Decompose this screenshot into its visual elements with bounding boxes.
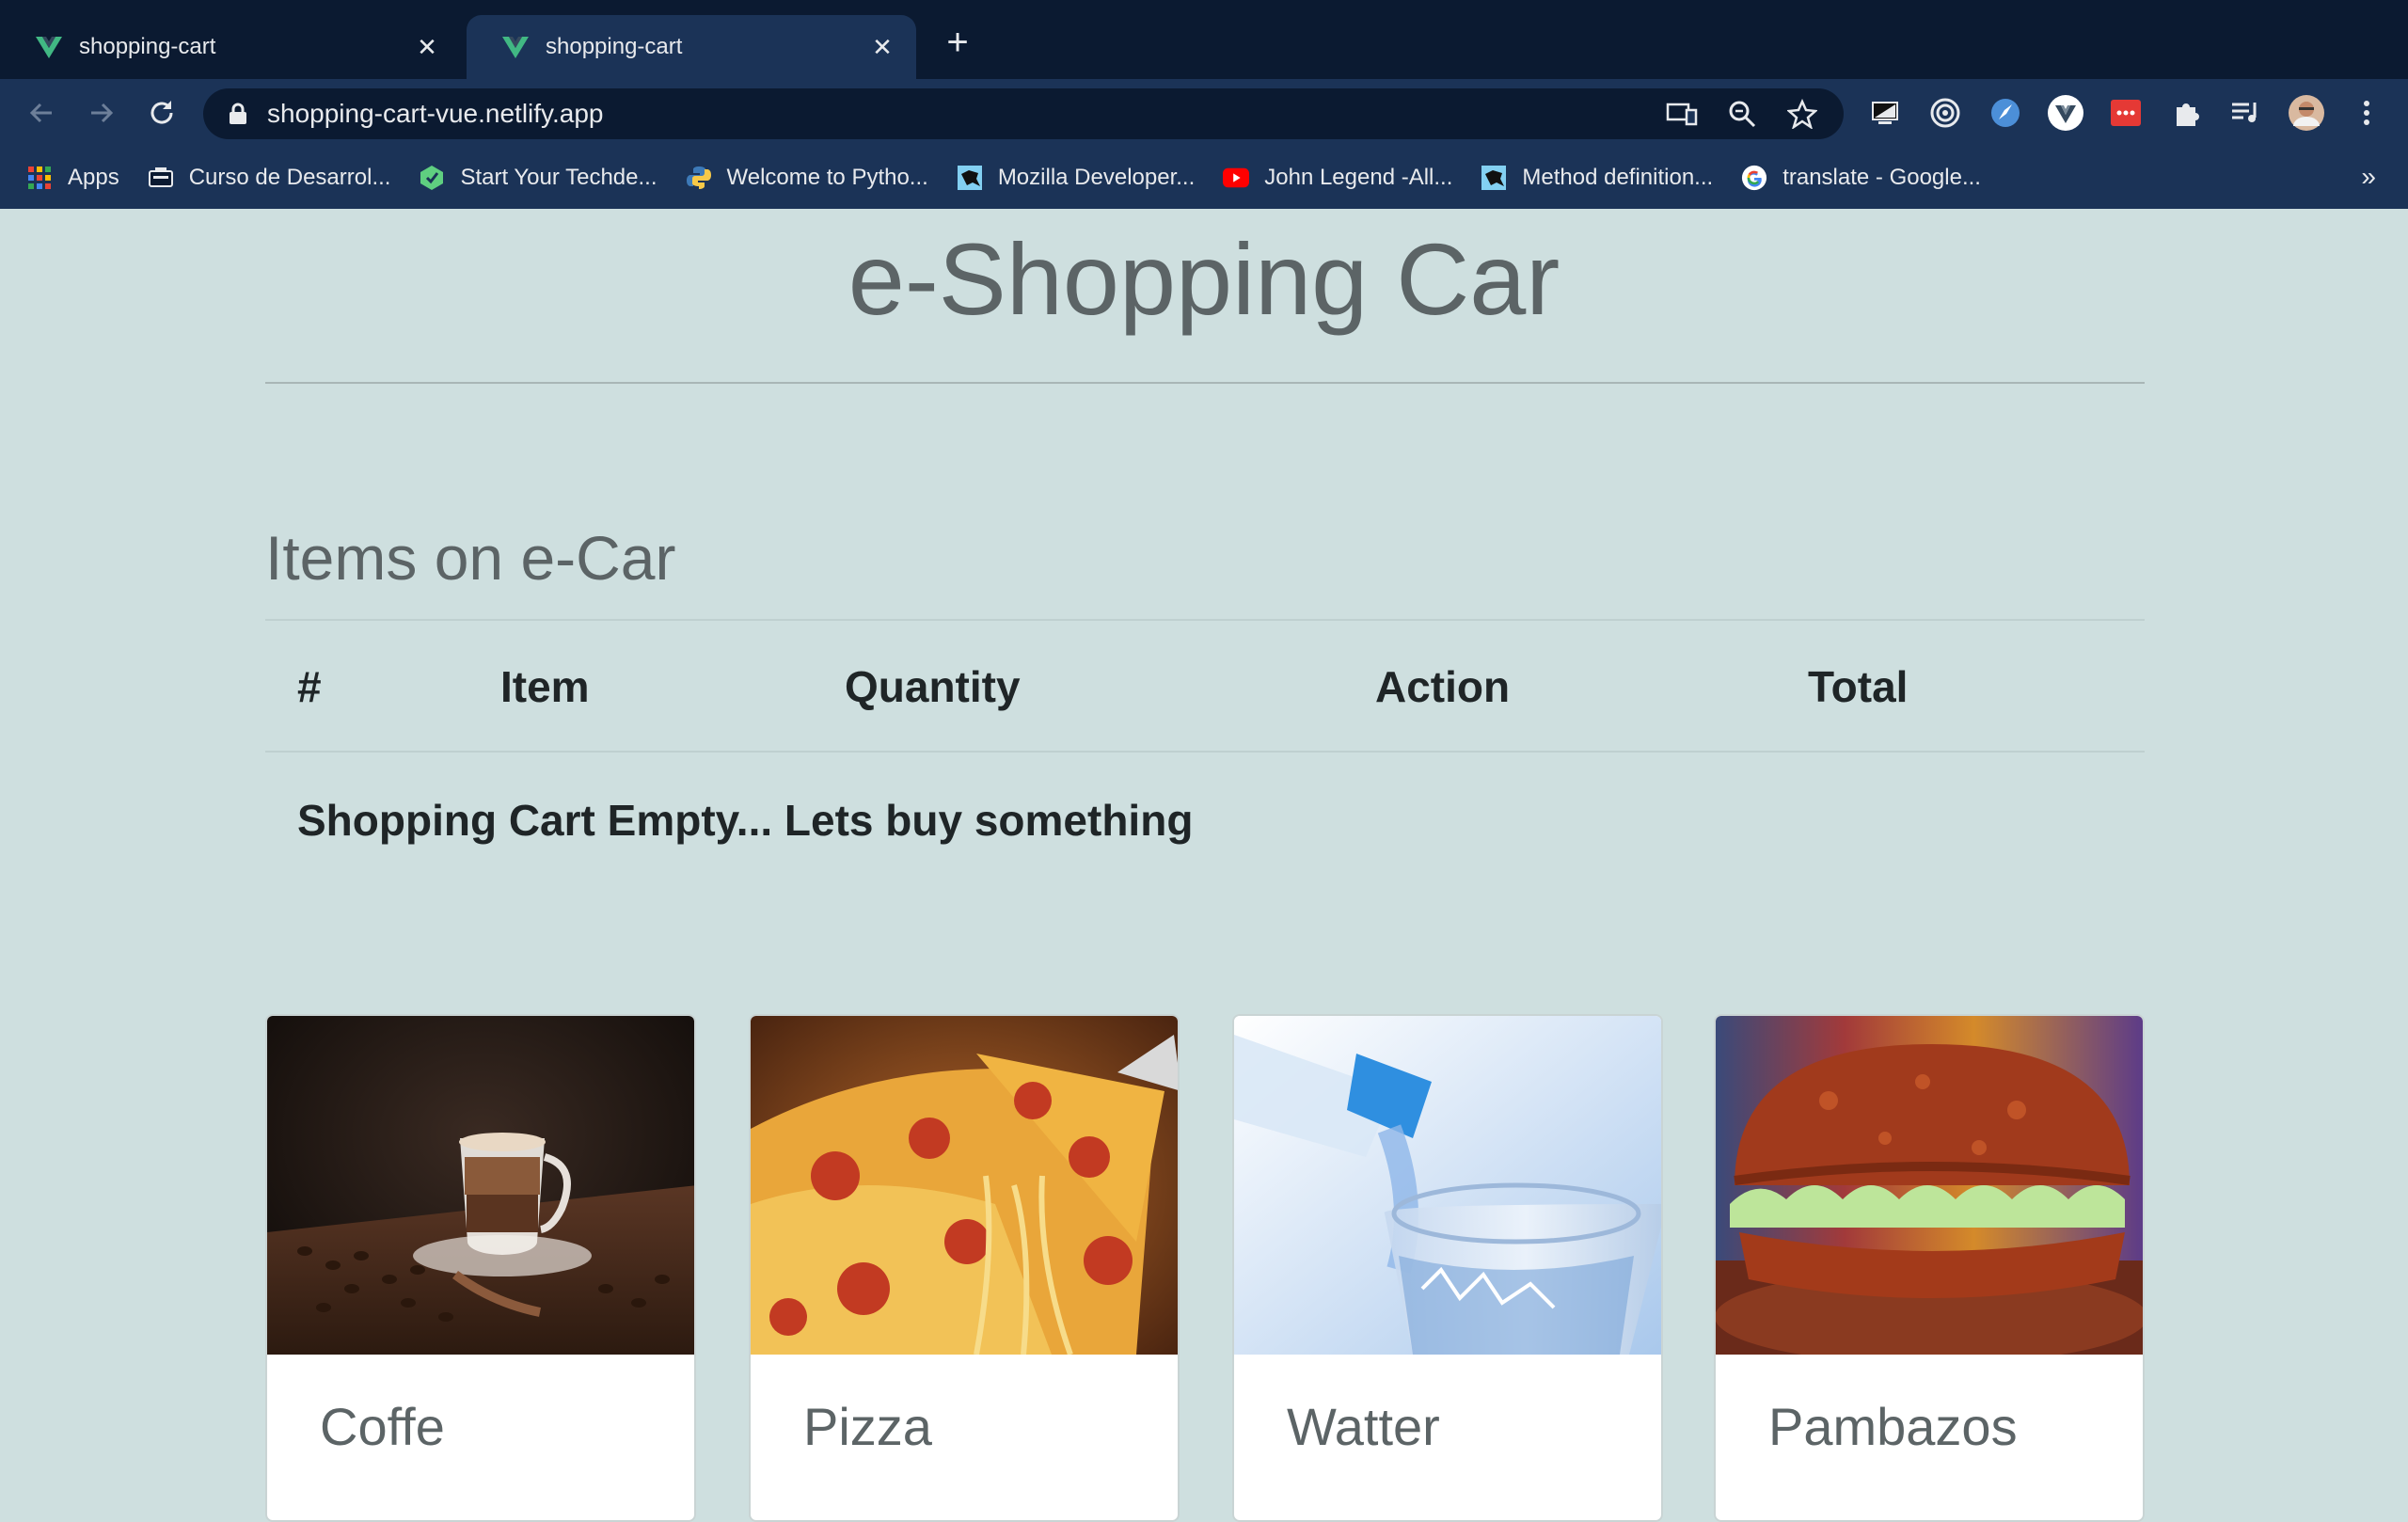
- new-tab-icon[interactable]: +: [941, 24, 974, 61]
- bookmark-curso[interactable]: Curso de Desarrol...: [148, 165, 391, 191]
- mdn-icon: [1481, 165, 1507, 191]
- bookmark-label: translate - Google...: [1782, 165, 1981, 190]
- column-header-number: #: [297, 662, 322, 711]
- extension-red-dots-icon[interactable]: [2107, 94, 2145, 132]
- bookmark-label: Method definition...: [1522, 165, 1714, 190]
- page-title: e-Shopping Car: [848, 222, 1560, 336]
- table-top-divider: [265, 619, 2145, 621]
- table-header-divider: [265, 751, 2145, 753]
- lock-icon[interactable]: [224, 100, 252, 128]
- vue-logo-icon: [502, 37, 529, 58]
- media-queue-icon[interactable]: [2227, 94, 2265, 132]
- bookmark-method-definition[interactable]: Method definition...: [1481, 165, 1713, 191]
- bookmark-label: Curso de Desarrol...: [188, 165, 391, 190]
- close-tab-icon[interactable]: ✕: [416, 33, 438, 61]
- title-divider: [265, 382, 2145, 384]
- extensions-puzzle-icon[interactable]: [2167, 94, 2205, 132]
- back-icon[interactable]: [24, 96, 58, 130]
- forward-icon[interactable]: [85, 96, 119, 130]
- cart-table-header: # Item Quantity Action Total: [265, 649, 2145, 743]
- bookmark-label: Apps: [68, 165, 119, 190]
- bookmark-label: Mozilla Developer...: [997, 165, 1196, 190]
- water-photo: [1234, 1016, 1661, 1355]
- extension-target-icon[interactable]: [1926, 94, 1964, 132]
- column-header-total: Total: [1808, 662, 1909, 711]
- bookmark-label: Welcome to Pytho...: [726, 165, 928, 190]
- browser-menu-icon[interactable]: [2348, 94, 2385, 132]
- empty-cart-message: Shopping Cart Empty... Lets buy somethin…: [297, 796, 1194, 845]
- column-header-quantity: Quantity: [845, 662, 1021, 711]
- tab-1[interactable]: shopping-cart ✕: [0, 15, 461, 79]
- tab-strip: shopping-cart ✕ shopping-cart ✕ +: [0, 0, 2408, 79]
- cart-section-title: Items on e-Car: [265, 523, 676, 593]
- tab-2[interactable]: shopping-cart ✕: [467, 15, 916, 79]
- reload-icon[interactable]: [145, 96, 179, 130]
- pambazo-photo: [1716, 1016, 2143, 1355]
- bookmark-youtube[interactable]: John Legend -All...: [1223, 165, 1452, 191]
- bookmarks-bar: Apps Curso de Desarrol... Start Your Tec…: [0, 147, 2408, 209]
- vue-logo-icon: [36, 37, 62, 58]
- course-icon: [148, 165, 174, 191]
- product-name: Pambazos: [1768, 1397, 2018, 1456]
- google-icon: [1741, 165, 1767, 191]
- techdegree-icon: [419, 165, 445, 191]
- bookmark-mdn[interactable]: Mozilla Developer...: [957, 165, 1195, 191]
- python-icon: [686, 165, 712, 191]
- bookmarks-overflow-icon[interactable]: »: [2361, 162, 2376, 192]
- product-name: Coffe: [320, 1397, 445, 1456]
- bookmark-star-icon[interactable]: [1783, 95, 1821, 133]
- extension-vue-devtools-icon[interactable]: [2047, 94, 2084, 132]
- extension-compass-icon[interactable]: [1987, 94, 2024, 132]
- coffee-photo: [267, 1016, 694, 1355]
- youtube-icon: [1223, 165, 1250, 191]
- url-text: shopping-cart-vue.netlify.app: [267, 99, 604, 128]
- product-name: Watter: [1287, 1397, 1440, 1456]
- tab-title: shopping-cart: [79, 34, 216, 59]
- product-card-pambazos[interactable]: Pambazos: [1714, 1014, 2145, 1522]
- close-tab-icon[interactable]: ✕: [871, 33, 894, 61]
- mdn-icon: [957, 165, 983, 191]
- product-card-coffee[interactable]: Coffe: [265, 1014, 696, 1522]
- bookmark-translate[interactable]: translate - Google...: [1741, 165, 1981, 191]
- cast-icon[interactable]: [1663, 95, 1701, 133]
- product-card-water[interactable]: Watter: [1232, 1014, 1663, 1522]
- product-card-pizza[interactable]: Pizza: [749, 1014, 1180, 1522]
- bookmark-label: Start Your Techde...: [460, 165, 657, 190]
- apps-grid-icon: [26, 165, 53, 191]
- column-header-action: Action: [1375, 662, 1511, 711]
- bookmark-label: John Legend -All...: [1264, 165, 1453, 190]
- pizza-photo: [751, 1016, 1178, 1355]
- column-header-item: Item: [500, 662, 590, 711]
- profile-avatar-icon[interactable]: [2288, 94, 2325, 132]
- address-bar[interactable]: shopping-cart-vue.netlify.app: [203, 88, 1844, 139]
- extension-screen-icon[interactable]: [1866, 94, 1904, 132]
- product-name: Pizza: [803, 1397, 932, 1456]
- bookmark-techdegree[interactable]: Start Your Techde...: [419, 165, 657, 191]
- bookmark-apps[interactable]: Apps: [26, 165, 119, 191]
- tab-title: shopping-cart: [546, 34, 683, 59]
- browser-toolbar: shopping-cart-vue.netlify.app: [0, 79, 2408, 147]
- zoom-icon[interactable]: [1723, 95, 1761, 133]
- bookmark-python[interactable]: Welcome to Pytho...: [686, 165, 928, 191]
